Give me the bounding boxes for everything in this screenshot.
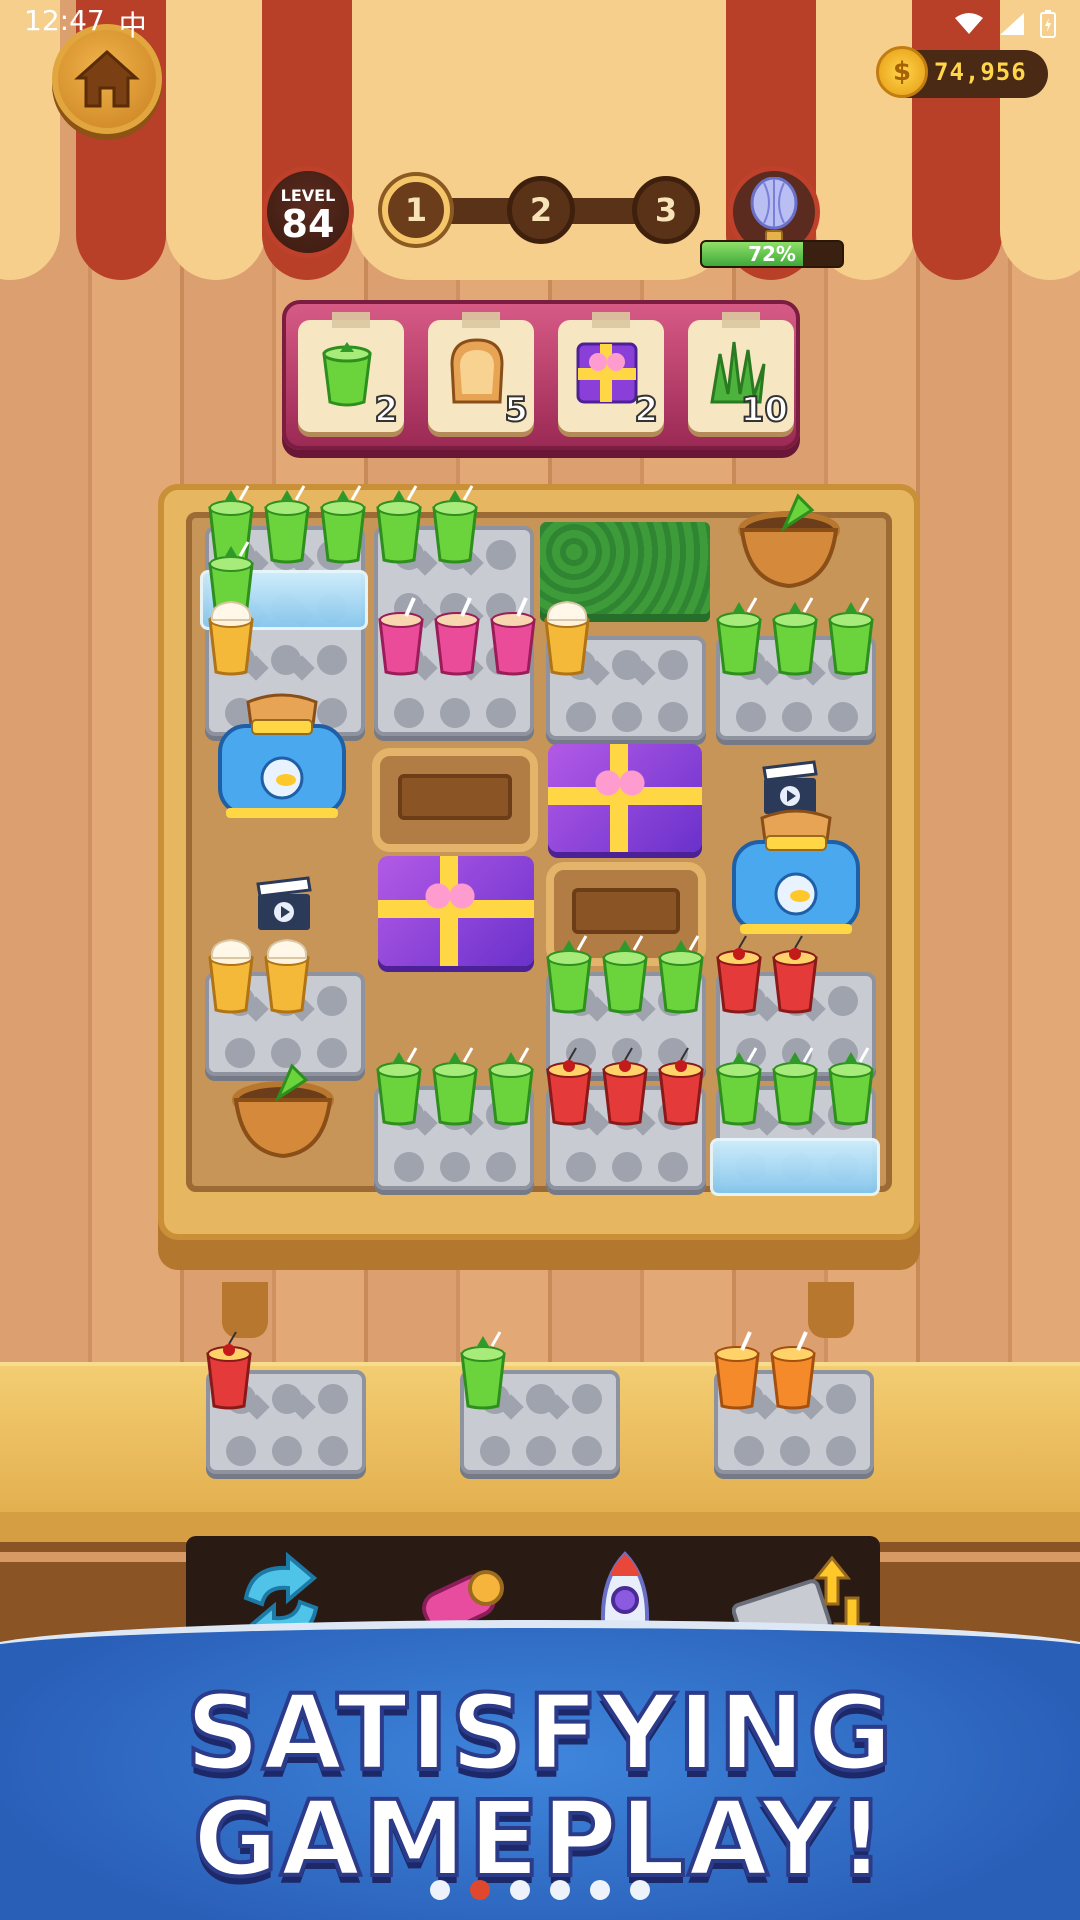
lime-mojito-cup[interactable] (768, 1046, 822, 1126)
lime-mojito-cup[interactable] (484, 1046, 538, 1126)
lime-mojito-cup[interactable] (428, 1046, 482, 1126)
lime-mojito-cup[interactable] (712, 596, 766, 676)
lime-mojito-cup[interactable] (316, 484, 370, 564)
page-dot[interactable] (630, 1880, 650, 1900)
lime-mojito-cup[interactable] (824, 596, 878, 676)
lime-mojito-cup[interactable] (456, 1330, 510, 1410)
cherry-soda-cup[interactable] (712, 934, 766, 1014)
page-indicator (0, 1880, 1080, 1900)
page-dot[interactable] (470, 1880, 490, 1900)
pink-shake-cup[interactable] (486, 596, 540, 676)
cherry-soda-cup[interactable] (598, 1046, 652, 1126)
lime-mojito-cup[interactable] (654, 934, 708, 1014)
lime-mojito-cup[interactable] (542, 934, 596, 1014)
wifi-icon (955, 13, 983, 34)
lime-mojito-cup[interactable] (372, 484, 426, 564)
orange-soda-cup[interactable] (766, 1330, 820, 1410)
cherry-soda-cup[interactable] (202, 1330, 256, 1410)
cherry-soda-cup[interactable] (542, 1046, 596, 1126)
page-dot[interactable] (510, 1880, 530, 1900)
cherry-soda-cup[interactable] (654, 1046, 708, 1126)
latte-cup[interactable] (204, 934, 258, 1014)
lime-mojito-cup[interactable] (824, 1046, 878, 1126)
banner-title-line-1: SATISFYING (183, 1670, 895, 1796)
lime-mojito-cup[interactable] (598, 934, 652, 1014)
signal-icon (1000, 13, 1024, 35)
reward-progress-text: 72% (748, 242, 796, 266)
lime-mojito-cup[interactable] (372, 1046, 426, 1126)
promo-banner: SATISFYING GAMEPLAY! (0, 1620, 1080, 1920)
lime-mojito-cup[interactable] (428, 484, 482, 564)
lime-mojito-cup[interactable] (712, 1046, 766, 1126)
page-dot[interactable] (590, 1880, 610, 1900)
page-dot[interactable] (430, 1880, 450, 1900)
latte-cup[interactable] (260, 934, 314, 1014)
lime-mojito-cup[interactable] (260, 484, 314, 564)
page-dot[interactable] (550, 1880, 570, 1900)
latte-cup[interactable] (204, 596, 258, 676)
status-bar: 12:47 中 (0, 0, 1080, 48)
pink-shake-cup[interactable] (430, 596, 484, 676)
latte-cup[interactable] (540, 596, 594, 676)
clock: 12:47 (24, 4, 105, 37)
lime-mojito-cup[interactable] (768, 596, 822, 676)
carrier-icon: 中 (118, 9, 147, 42)
cherry-soda-cup[interactable] (768, 934, 822, 1014)
cups-layer (0, 0, 1080, 1500)
pink-shake-cup[interactable] (374, 596, 428, 676)
orange-soda-cup[interactable] (710, 1330, 764, 1410)
reward-progress-bar: 72% (700, 240, 844, 268)
battery-icon (1040, 10, 1056, 38)
